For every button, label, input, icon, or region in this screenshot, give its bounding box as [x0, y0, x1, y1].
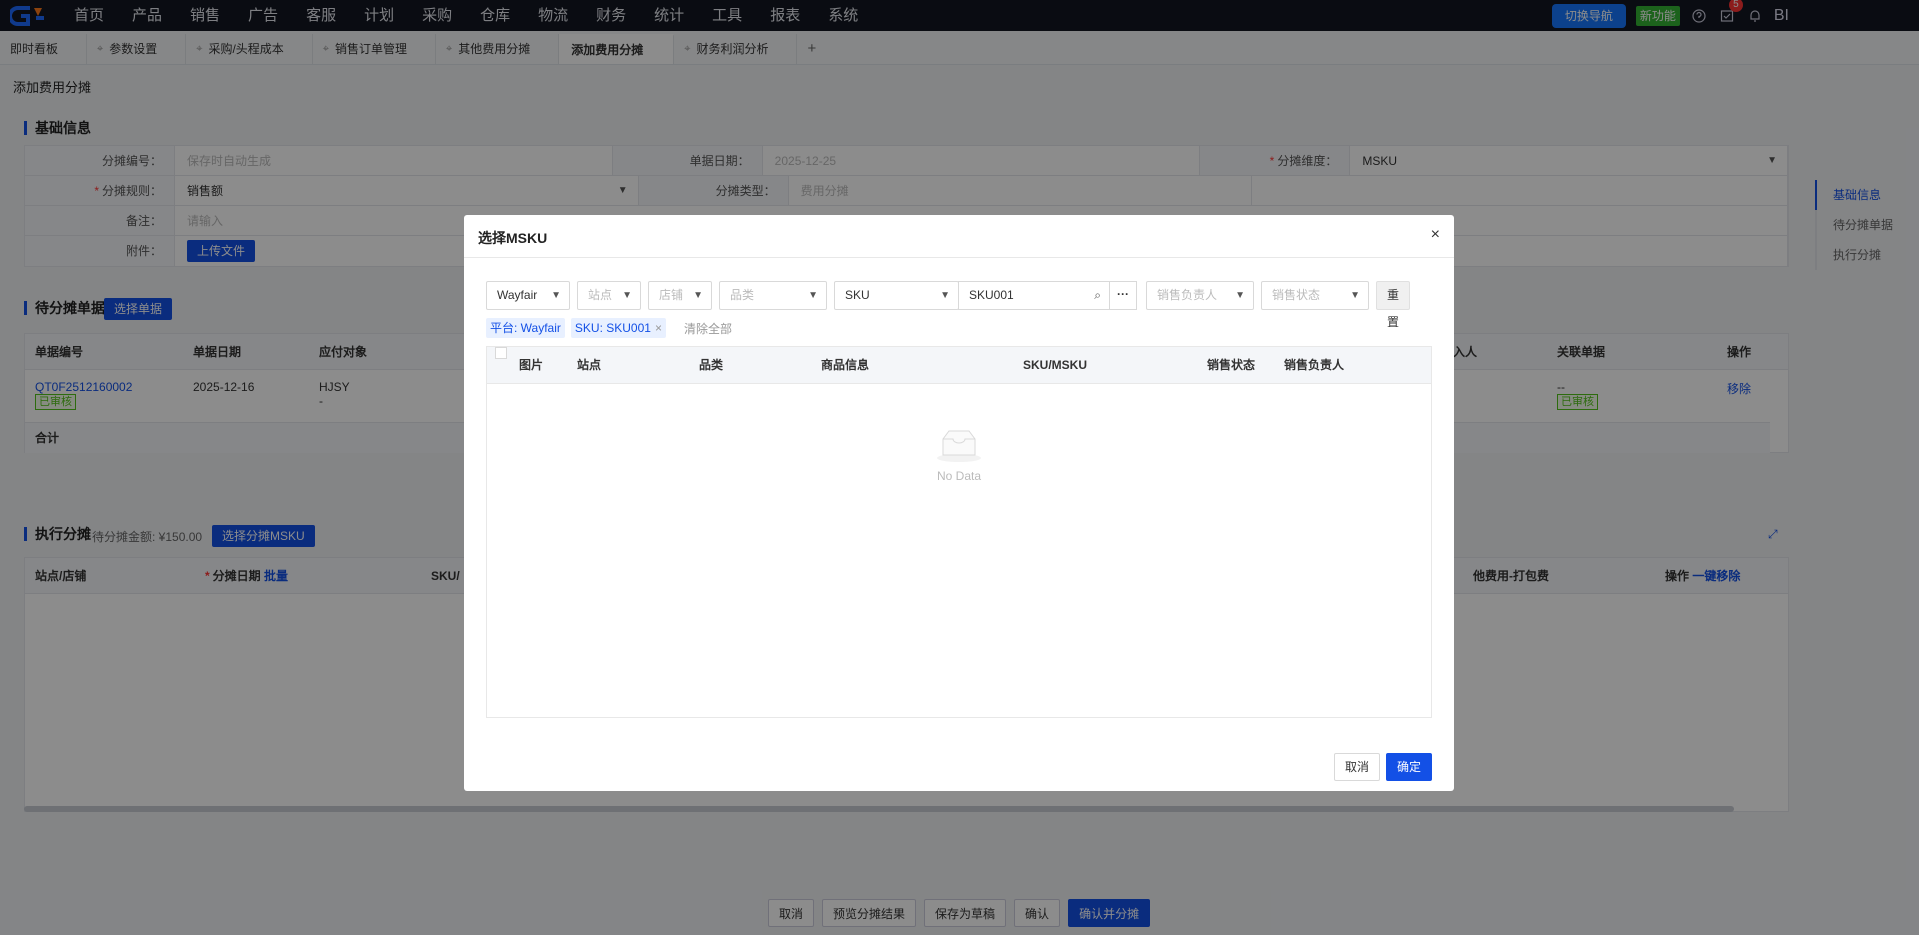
col-sales-status: 销售状态 [1207, 358, 1256, 372]
reset-button[interactable]: 重置 [1376, 281, 1411, 329]
col-product-info: 商品信息 [821, 358, 870, 372]
modal-confirm-button[interactable]: 确定 [1385, 753, 1432, 781]
search-icon[interactable]: ⌕ [1094, 282, 1101, 309]
chevron-down-icon: ▼ [1350, 290, 1360, 301]
table-header: 图片 站点 品类 商品信息 SKU/MSKU 销售状态 销售负责人 [487, 347, 1431, 384]
modal-header: 选择MSKU × [464, 215, 1454, 258]
chevron-down-icon: ▼ [693, 290, 703, 301]
modal-cancel-button[interactable]: 取消 [1333, 753, 1380, 781]
store-select[interactable]: 店铺 ▼ [648, 281, 712, 310]
clear-all-link[interactable]: 清除全部 [684, 320, 732, 337]
active-filter-chips: 平台: Wayfair SKU: SKU001 × 清除全部 [486, 318, 732, 338]
site-select[interactable]: 站点 ▼ [577, 281, 641, 310]
chevron-down-icon: ▼ [622, 290, 632, 301]
sales-owner-select[interactable]: 销售负责人 ▼ [1146, 281, 1254, 310]
col-site: 站点 [577, 358, 602, 372]
col-image: 图片 [519, 358, 544, 372]
modal-footer: 取消 确定 [1333, 753, 1432, 781]
col-sku-msku: SKU/MSKU [1023, 358, 1088, 372]
empty-state: No Data [487, 427, 1431, 483]
more-options-button[interactable]: ··· [1110, 281, 1137, 310]
search-type-select[interactable]: SKU ▼ [834, 281, 959, 310]
close-icon[interactable]: × [655, 321, 662, 335]
category-select[interactable]: 品类 ▼ [719, 281, 827, 310]
msku-table: 图片 站点 品类 商品信息 SKU/MSKU 销售状态 销售负责人 No Dat… [486, 346, 1432, 718]
search-input[interactable]: SKU001 ⌕ [958, 281, 1110, 310]
select-msku-modal: 选择MSKU × Wayfair ▼ 站点 ▼ 店铺 ▼ 品类 ▼ SKU ▼ SKU00… [464, 215, 1454, 791]
sales-status-select[interactable]: 销售状态 ▼ [1261, 281, 1369, 310]
chevron-down-icon: ▼ [940, 290, 950, 301]
col-category: 品类 [699, 358, 724, 372]
col-sales-owner: 销售负责人 [1284, 358, 1345, 372]
chevron-down-icon: ▼ [1235, 290, 1245, 301]
chevron-down-icon: ▼ [551, 290, 561, 301]
platform-select[interactable]: Wayfair ▼ [486, 281, 570, 310]
select-all-checkbox[interactable] [495, 347, 507, 359]
chevron-down-icon: ▼ [808, 290, 818, 301]
platform-chip[interactable]: 平台: Wayfair [486, 318, 565, 338]
empty-text: No Data [936, 469, 982, 483]
empty-inbox-icon [937, 430, 981, 462]
sku-chip[interactable]: SKU: SKU001 × [570, 318, 666, 338]
close-icon[interactable]: × [1431, 226, 1440, 244]
modal-title: 选择MSKU [478, 230, 548, 246]
